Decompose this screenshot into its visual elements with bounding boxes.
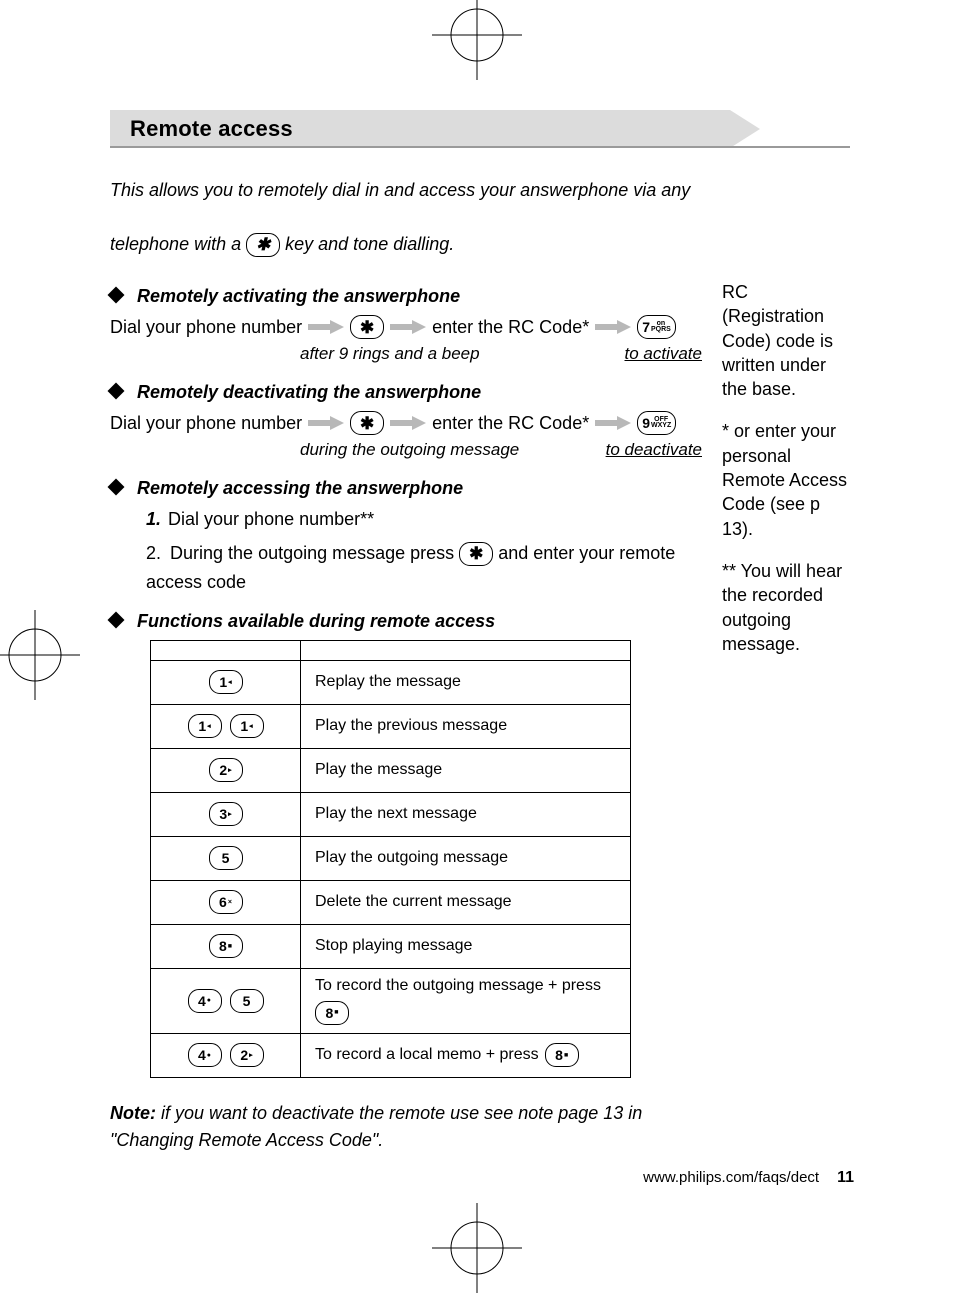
table-row: 8■ Stop playing message [151,924,631,968]
phone-key-icon: 5 [209,846,243,870]
table-desc-cell: To record the outgoing message + press 8… [301,968,631,1033]
table-key-cell: 1◂ [151,660,301,704]
phone-key-icon: 2▸ [230,1043,264,1067]
table-desc-cell: Play the next message [301,792,631,836]
table-key-cell: 1◂ 1◂ [151,704,301,748]
phone-key-icon: 4● [188,1043,222,1067]
bullet-diamond-icon [108,611,125,628]
phone-key-icon: 1◂ [230,714,264,738]
table-key-cell: 5 [151,836,301,880]
intro-line-1: This allows you to remotely dial in and … [110,172,850,208]
access-step-2: 2. During the outgoing message press ✱ a… [136,539,706,597]
deactivate-step-a: Dial your phone number [110,409,302,438]
note-label: Note: [110,1103,156,1123]
section-activate-title: Remotely activating the answerphone [110,286,706,307]
table-row: 3▸ Play the next message [151,792,631,836]
deactivate-sub-left: during the outgoing message [300,440,519,460]
sidebar-rc-note: RC (Registration Code) code is written u… [722,280,850,401]
table-key-cell: 3▸ [151,792,301,836]
phone-key-icon: 5 [230,989,264,1013]
table-desc-cell: Stop playing message [301,924,631,968]
table-row: 6× Delete the current message [151,880,631,924]
crop-mark-top [432,0,522,80]
page-footer: www.philips.com/faqs/dect 11 [643,1169,854,1187]
crop-mark-left [0,610,80,700]
table-desc-cell: Play the message [301,748,631,792]
page-number: 11 [837,1169,854,1187]
bullet-diamond-icon [108,478,125,495]
table-desc-cell: Play the previous message [301,704,631,748]
sidebar-star-note: * or enter your personal Remote Access C… [722,419,850,540]
sidebar-doublestar-note: ** You will hear the recorded outgoing m… [722,559,850,656]
activate-step-b: enter the RC Code* [432,313,589,342]
phone-key-icon: 2▸ [209,758,243,782]
activate-flow: Dial your phone number ✱ enter the RC Co… [110,313,706,342]
activate-sub-right: to activate [625,344,707,364]
table-row: 5 Play the outgoing message [151,836,631,880]
access-step-1: 1. Dial your phone number** [136,505,706,534]
intro-line-2: telephone with a ✱ key and tone dialling… [110,226,850,262]
table-row: 4● 2▸ To record a local memo + press 8■ [151,1033,631,1077]
arrow-icon [308,320,344,334]
note-text: if you want to deactivate the remote use… [110,1103,642,1150]
arrow-icon [595,416,631,430]
phone-key-icon: 1◂ [188,714,222,738]
access-steps-list: 1. Dial your phone number** 2. During th… [136,505,706,597]
section-access-title: Remotely accessing the answerphone [110,478,706,499]
phone-key-icon: 8■ [545,1043,579,1067]
table-row: 4● 5 To record the outgoing message + pres… [151,968,631,1033]
star-key-icon: ✱ [246,233,280,257]
crop-mark-bottom [432,1203,522,1293]
arrow-icon [390,416,426,430]
table-desc-cell: Delete the current message [301,880,631,924]
footer-url: www.philips.com/faqs/dect [643,1169,819,1186]
table-row: 1◂ 1◂ Play the previous message [151,704,631,748]
arrow-icon [595,320,631,334]
deactivate-flow: Dial your phone number ✱ enter the RC Co… [110,409,706,438]
table-row: 1◂ Replay the message [151,660,631,704]
intro-line-2a: telephone with a [110,234,246,254]
activate-sub-left: after 9 rings and a beep [300,344,480,364]
sidebar-column: RC (Registration Code) code is written u… [722,280,850,1154]
bullet-diamond-icon [108,287,125,304]
main-column: Remotely activating the answerphone Dial… [110,280,706,1154]
page-content: Remote access This allows you to remotel… [110,110,850,1154]
phone-key-icon: 8■ [315,1001,349,1025]
table-key-cell: 4● 5 [151,968,301,1033]
star-key-icon: ✱ [350,411,384,435]
arrow-icon [308,416,344,430]
section-functions-title: Functions available during remote access [110,611,706,632]
table-desc-cell: To record a local memo + press 8■ [301,1033,631,1077]
table-key-cell: 6× [151,880,301,924]
activate-subline: after 9 rings and a beep to activate [110,344,706,364]
section-heading-bar: Remote access [110,110,850,148]
phone-key-icon: 3▸ [209,802,243,826]
intro-line-2b: key and tone dialling. [285,234,454,254]
phone-key-icon: 1◂ [209,670,243,694]
star-key-icon: ✱ [350,315,384,339]
activate-step-a: Dial your phone number [110,313,302,342]
table-row: 2▸ Play the message [151,748,631,792]
star-key-icon: ✱ [459,542,493,566]
table-key-cell: 2▸ [151,748,301,792]
table-desc-cell: Replay the message [301,660,631,704]
bullet-diamond-icon [108,382,125,399]
page-title: Remote access [110,110,850,142]
nine-key-icon: 9 OFFWXYZ [637,411,676,435]
functions-table: 1◂ Replay the message 1◂ 1◂ Play the previou… [150,640,631,1078]
footnote: Note: if you want to deactivate the remo… [110,1100,706,1154]
deactivate-subline: during the outgoing message to deactivat… [110,440,706,460]
phone-key-icon: 8■ [209,934,243,958]
phone-key-icon: 6× [209,890,243,914]
seven-key-icon: 7 onPQRS [637,315,676,339]
table-key-cell: 8■ [151,924,301,968]
section-deactivate-title: Remotely deactivating the answerphone [110,382,706,403]
phone-key-icon: 4● [188,989,222,1013]
table-desc-cell: Play the outgoing message [301,836,631,880]
deactivate-step-b: enter the RC Code* [432,409,589,438]
table-key-cell: 4● 2▸ [151,1033,301,1077]
deactivate-sub-right: to deactivate [606,440,706,460]
arrow-icon [390,320,426,334]
